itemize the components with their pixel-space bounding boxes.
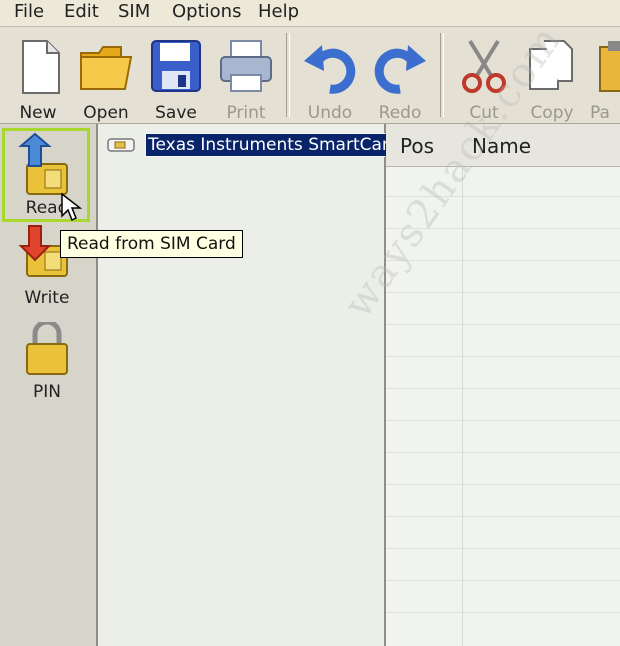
grid-row-line [386,324,620,325]
new-document-icon [22,40,60,94]
grid-row-line [386,580,620,581]
grid-row-line [386,484,620,485]
tree-item-label: Texas Instruments SmartCard [145,133,387,157]
read-sim-icon [18,132,68,195]
undo-button[interactable]: Undo [298,33,362,123]
redo-arrow-icon [374,45,426,94]
menu-file[interactable]: File [14,1,44,22]
grid-row-line [386,612,620,613]
menu-help[interactable]: Help [258,1,299,22]
floppy-disk-icon [151,40,201,92]
paste-clipboard-icon [599,41,620,92]
toolbar-separator [440,33,444,117]
redo-label: Redo [378,103,422,123]
printer-icon [220,40,272,92]
open-label: Open [83,103,129,123]
column-divider [462,166,463,646]
column-header-pos[interactable]: Pos [400,134,434,158]
pin-button[interactable]: PIN [10,319,84,408]
paste-button[interactable]: Pa [586,33,620,121]
redo-button[interactable]: Redo [368,33,432,123]
grid-row-line [386,516,620,517]
menu-sim[interactable]: SIM [118,1,150,22]
new-label: New [19,103,57,123]
open-folder-icon [80,46,133,90]
copy-label: Copy [530,103,574,123]
toolbar-separator [286,33,290,117]
open-button[interactable]: Open [74,33,138,123]
print-label: Print [226,103,266,123]
smartcard-reader-icon [107,138,135,152]
grid-row-line [386,548,620,549]
menu-bar: File Edit SIM Options Help [0,0,620,27]
padlock-icon [26,319,68,375]
grid-row-line [386,452,620,453]
save-button[interactable]: Save [144,33,208,123]
paste-label: Pa [590,103,610,121]
undo-label: Undo [307,103,353,123]
grid-row-line [386,292,620,293]
read-tooltip: Read from SIM Card [60,230,243,258]
menu-edit[interactable]: Edit [64,1,99,22]
grid-row-line [386,420,620,421]
pin-label: PIN [33,382,61,402]
mouse-cursor-icon [61,192,83,222]
grid-row-line [386,388,620,389]
grid-row-line [386,260,620,261]
undo-arrow-icon [304,45,356,94]
print-button[interactable]: Print [214,33,278,123]
save-label: Save [155,103,197,123]
new-button[interactable]: New [6,33,70,123]
write-label: Write [24,288,70,308]
grid-row-line [386,356,620,357]
menu-options[interactable]: Options [172,1,241,22]
card-reader-tree: Texas Instruments SmartCard [98,124,387,646]
